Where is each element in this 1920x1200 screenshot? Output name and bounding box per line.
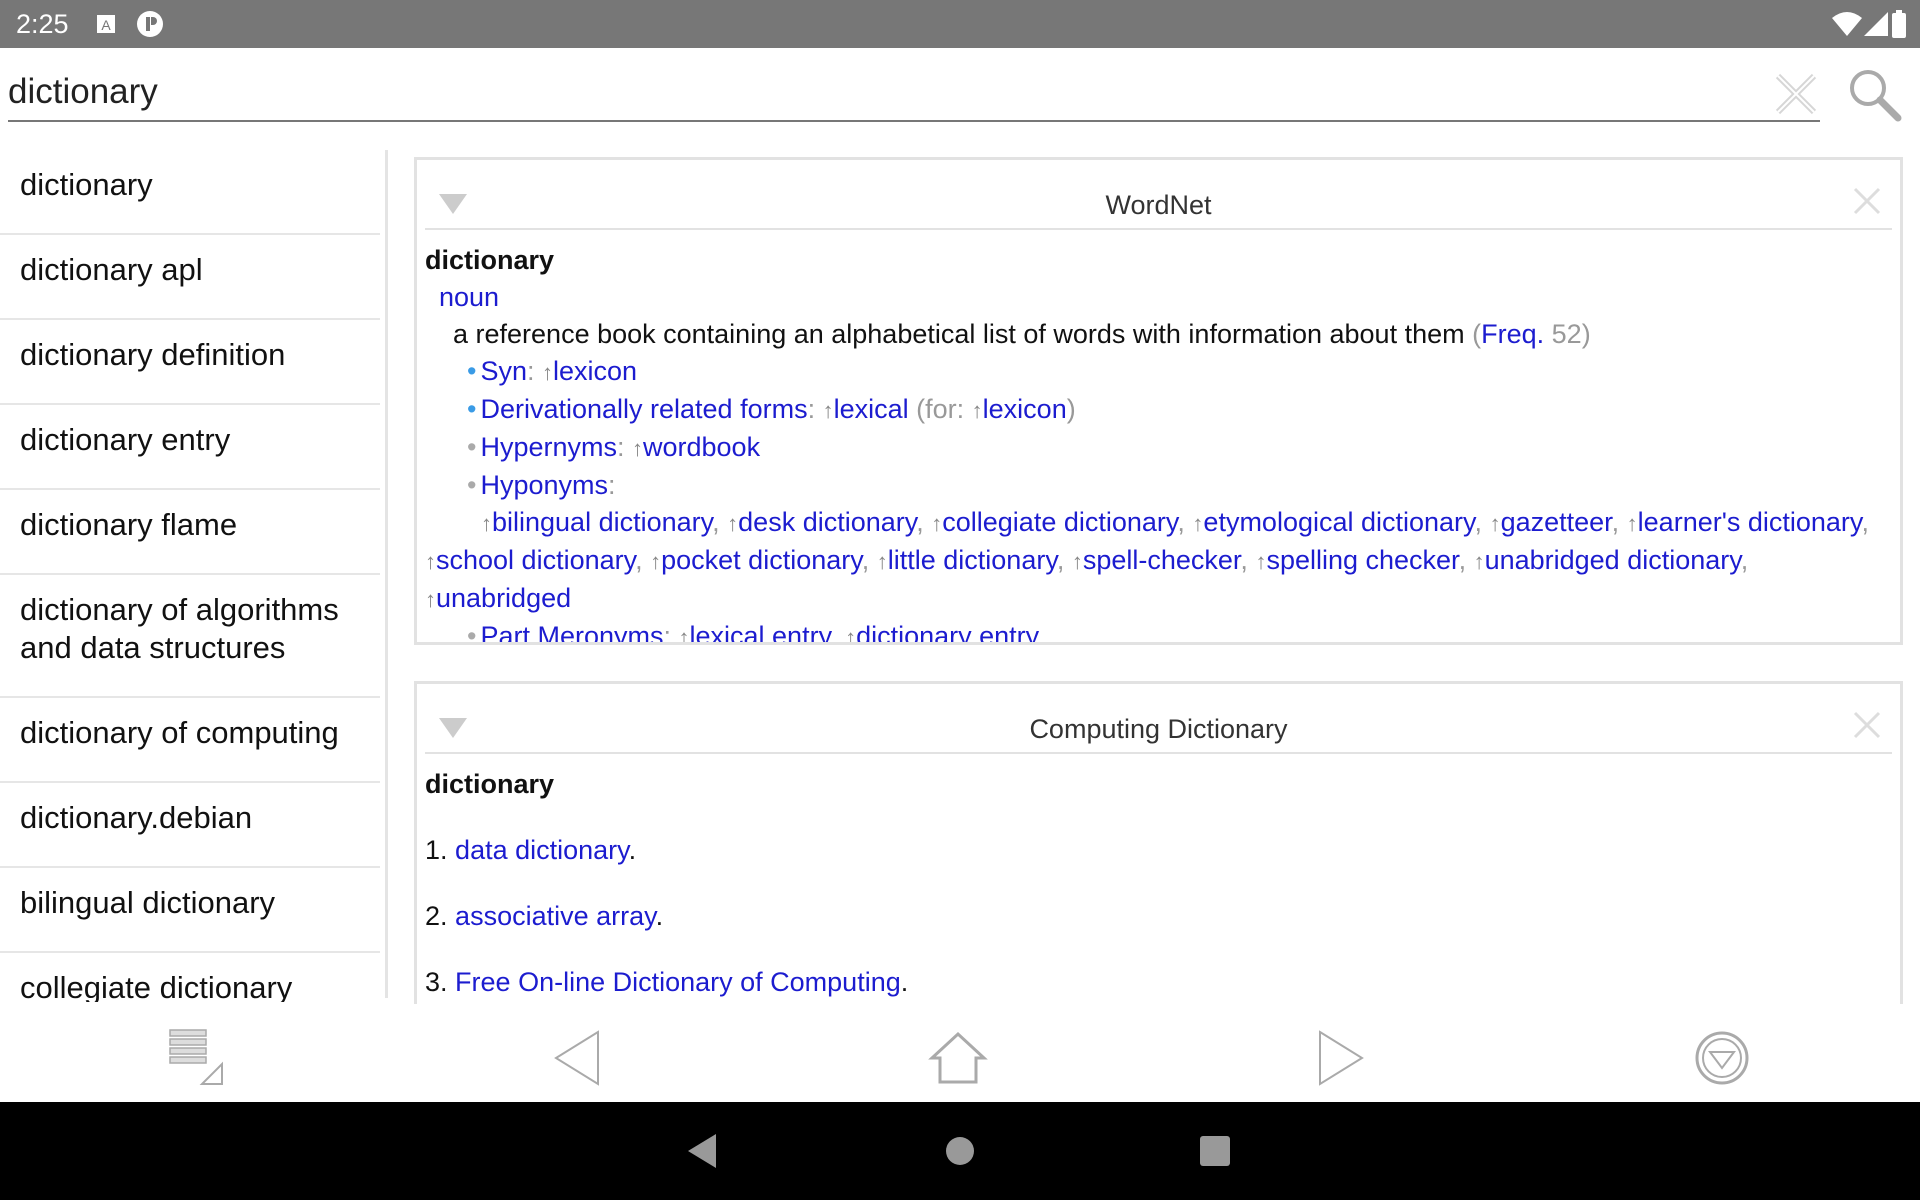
link[interactable]: data dictionary (455, 835, 629, 865)
link[interactable]: unabridged dictionary (1485, 545, 1741, 575)
history-list-icon[interactable] (168, 1028, 228, 1088)
arrow-up-icon: ↑ (425, 587, 436, 612)
back-icon[interactable] (548, 1028, 608, 1088)
search-field-wrapper (8, 64, 1820, 122)
card-body: dictionary noun a reference book contain… (417, 230, 1900, 645)
link[interactable]: spelling checker (1266, 545, 1458, 575)
list-item[interactable]: dictionary of algorithms and data struct… (0, 575, 380, 698)
link[interactable]: desk dictionary (738, 507, 916, 537)
system-recents-icon[interactable] (1200, 1136, 1230, 1166)
system-back-icon[interactable] (688, 1134, 718, 1168)
entry: 3. Free On-line Dictionary of Computing. (425, 967, 909, 997)
definition: a reference book containing an alphabeti… (453, 319, 1591, 349)
bottom-toolbar (0, 1004, 1920, 1102)
link[interactable]: school dictionary (436, 545, 635, 575)
link[interactable]: unabridged (436, 583, 571, 613)
part-of-speech: noun (439, 282, 500, 312)
link[interactable]: little dictionary (888, 545, 1057, 575)
close-icon[interactable] (1852, 710, 1882, 740)
svg-text:A: A (101, 17, 111, 33)
status-bar: 2:25 A (0, 0, 1920, 48)
home-icon[interactable] (928, 1028, 988, 1088)
deriv-row: • Derivationally related forms: ↑lexical … (467, 394, 1076, 424)
list-item[interactable]: dictionary flame (0, 490, 380, 575)
link[interactable]: lexicon (983, 394, 1067, 424)
card-body: dictionary 1. data dictionary. 2. associ… (417, 754, 1900, 1011)
freq-label: Freq. (1481, 319, 1545, 349)
link[interactable]: wordbook (643, 432, 760, 462)
hyponyms-row: • Hyponyms: (467, 470, 616, 500)
link[interactable]: lexical (834, 394, 909, 424)
list-item[interactable]: dictionary apl (0, 235, 380, 320)
arrow-up-icon: ↑ (1489, 511, 1501, 536)
system-home-icon[interactable] (945, 1136, 975, 1166)
pane-divider[interactable] (385, 150, 388, 998)
list-item[interactable]: dictionary definition (0, 320, 380, 405)
link[interactable]: learner's dictionary (1638, 507, 1862, 537)
link[interactable]: spell-checker (1083, 545, 1241, 575)
list-item[interactable]: dictionary.debian (0, 783, 380, 868)
list-item[interactable]: bilingual dictionary (0, 868, 380, 953)
forward-icon[interactable] (1310, 1028, 1370, 1088)
suggestion-list: dictionary dictionary apl dictionary def… (0, 150, 380, 1002)
clock: 2:25 (16, 9, 69, 39)
search-icon[interactable] (1846, 66, 1902, 122)
close-icon[interactable] (1852, 186, 1882, 216)
arrow-up-icon: ↑ (650, 549, 662, 574)
headword: dictionary (425, 769, 555, 799)
clear-icon[interactable] (1772, 70, 1820, 118)
link[interactable]: etymological dictionary (1203, 507, 1474, 537)
wifi-icon (1832, 12, 1862, 36)
p-notification-icon (137, 11, 163, 37)
entry: 2. associative array. (425, 901, 664, 931)
collapse-triangle-icon[interactable] (439, 718, 467, 738)
system-navigation-bar (0, 1102, 1920, 1200)
arrow-up-icon: ↑ (678, 625, 690, 645)
collapse-all-icon[interactable] (1692, 1028, 1752, 1088)
arrow-up-icon: ↑ (1071, 549, 1083, 574)
syn-row: • Syn: ↑lexicon (467, 356, 638, 386)
battery-icon (1892, 10, 1906, 38)
list-item[interactable]: dictionary entry (0, 405, 380, 490)
arrow-up-icon: ↑ (845, 625, 857, 645)
card-title: Computing Dictionary (1029, 714, 1288, 744)
arrow-up-icon: ↑ (727, 511, 739, 536)
wordnet-card: WordNet dictionary noun a reference book… (414, 157, 1903, 645)
link[interactable]: collegiate dictionary (942, 507, 1177, 537)
arrow-up-icon: ↑ (425, 549, 436, 574)
entry: 1. data dictionary. (425, 835, 637, 865)
arrow-up-icon: ↑ (931, 511, 943, 536)
link[interactable]: Free On-line Dictionary of Computing (455, 967, 901, 997)
arrow-up-icon: ↑ (1192, 511, 1204, 536)
a-notification-icon: A (97, 15, 115, 33)
arrow-up-icon: ↑ (481, 511, 492, 536)
arrow-up-icon: ↑ (1473, 549, 1485, 574)
collapse-triangle-icon[interactable] (439, 194, 467, 214)
hypernyms-row: • Hypernyms: ↑wordbook (467, 432, 761, 462)
card-header[interactable]: WordNet (425, 160, 1892, 230)
list-item[interactable]: collegiate dictionary (0, 953, 380, 1002)
link[interactable]: lexical entry (690, 621, 831, 642)
list-item[interactable]: dictionary (0, 150, 380, 235)
meronyms-row: • Part Meronyms: ↑lexical entry, ↑diction… (425, 618, 1892, 645)
card-title: WordNet (1105, 190, 1212, 220)
link[interactable]: associative array (455, 901, 656, 931)
arrow-up-icon: ↑ (1626, 511, 1638, 536)
search-input[interactable] (8, 64, 1708, 120)
link[interactable]: pocket dictionary (661, 545, 862, 575)
list-item[interactable]: dictionary of computing (0, 698, 380, 783)
link[interactable]: bilingual dictionary (492, 507, 712, 537)
computing-dictionary-card: Computing Dictionary dictionary 1. data … (414, 681, 1903, 1011)
link[interactable]: gazetteer (1501, 507, 1612, 537)
card-header[interactable]: Computing Dictionary (425, 684, 1892, 754)
signal-icon (1864, 12, 1888, 36)
link[interactable]: lexicon (553, 356, 637, 386)
hyponym-list: ↑bilingual dictionary, ↑desk dictionary,… (425, 507, 1869, 613)
arrow-up-icon: ↑ (876, 549, 888, 574)
link[interactable]: dictionary entry (856, 621, 1039, 642)
headword: dictionary (425, 245, 555, 275)
arrow-up-icon: ↑ (1255, 549, 1267, 574)
